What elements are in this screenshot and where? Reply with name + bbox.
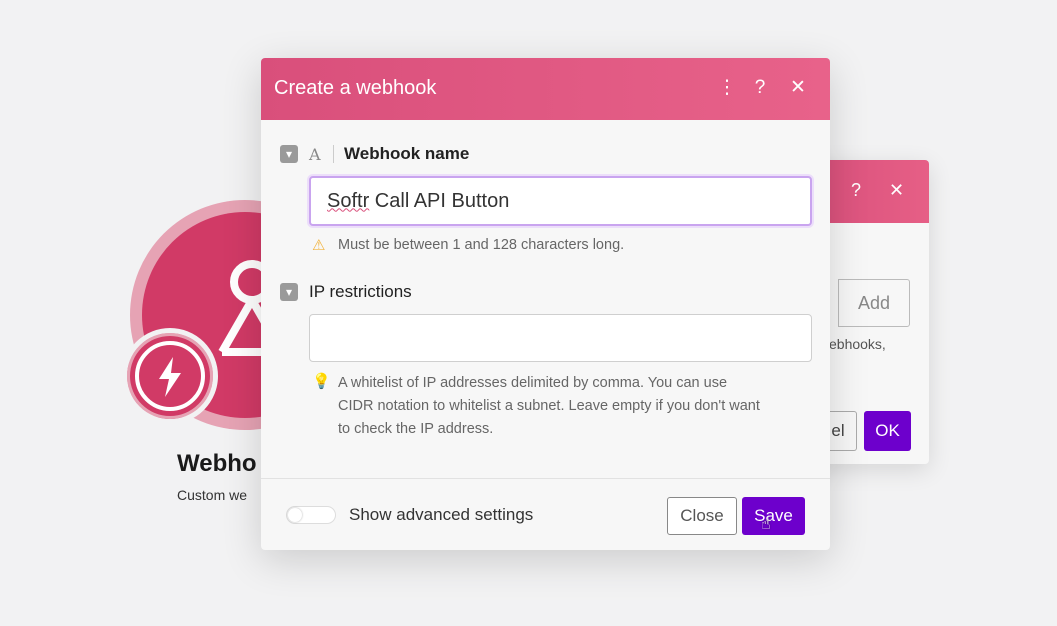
ip-restrictions-label: IP restrictions xyxy=(309,282,412,301)
lightbulb-icon: 💡 xyxy=(312,373,331,390)
footer-divider xyxy=(261,478,830,479)
ip-restrictions-collapse-icon[interactable]: ▾ xyxy=(280,283,298,301)
ip-restrictions-input[interactable] xyxy=(309,314,812,362)
input-value-word: Softr xyxy=(327,189,370,212)
warning-icon: ⚠ xyxy=(312,237,326,254)
webhook-name-collapse-icon[interactable]: ▾ xyxy=(280,145,298,163)
add-button[interactable]: Add xyxy=(838,279,910,327)
help-icon[interactable]: ? xyxy=(851,180,861,201)
dialog-title: Create a webhook xyxy=(274,77,437,99)
advanced-settings-label: Show advanced settings xyxy=(349,505,534,524)
input-value-rest: Call API Button xyxy=(369,189,510,212)
close-button[interactable]: Close xyxy=(667,497,737,535)
dialog-header: Create a webhook ⋮ ? ✕ xyxy=(261,58,830,120)
close-icon[interactable]: ✕ xyxy=(889,180,904,201)
module-title: Webho xyxy=(177,450,257,477)
ok-button[interactable]: OK xyxy=(864,411,911,451)
module-subtitle: Custom we xyxy=(177,487,248,503)
instant-trigger-badge xyxy=(122,328,218,424)
divider xyxy=(333,145,334,163)
save-button[interactable]: Save xyxy=(742,497,805,535)
create-webhook-dialog: Create a webhook ⋮ ? ✕ ▾ A Webhook name … xyxy=(261,58,830,550)
ip-restrictions-hint: A whitelist of IP addresses delimited by… xyxy=(338,372,760,441)
hint-line: to check the IP address. xyxy=(338,421,494,437)
hint-line: A whitelist of IP addresses delimited by… xyxy=(338,375,728,391)
hint-line: CIDR notation to whitelist a subnet. Lea… xyxy=(338,398,760,414)
webhook-name-hint: Must be between 1 and 128 characters lon… xyxy=(338,237,625,253)
lightning-icon xyxy=(159,357,181,397)
advanced-settings-toggle[interactable] xyxy=(286,506,336,524)
back-dialog-text: ebhooks, xyxy=(829,336,886,352)
webhook-name-label: Webhook name xyxy=(344,144,470,163)
pointer-cursor-icon: ☝ xyxy=(761,516,771,533)
help-icon[interactable]: ? xyxy=(748,76,772,100)
more-options-icon[interactable]: ⋮ xyxy=(715,76,739,100)
badge-ring xyxy=(135,341,205,411)
text-type-icon: A xyxy=(309,145,321,164)
webhook-name-input[interactable]: Softr Call API Button xyxy=(309,176,812,226)
close-icon[interactable]: ✕ xyxy=(786,76,810,100)
toggle-knob xyxy=(288,508,302,522)
